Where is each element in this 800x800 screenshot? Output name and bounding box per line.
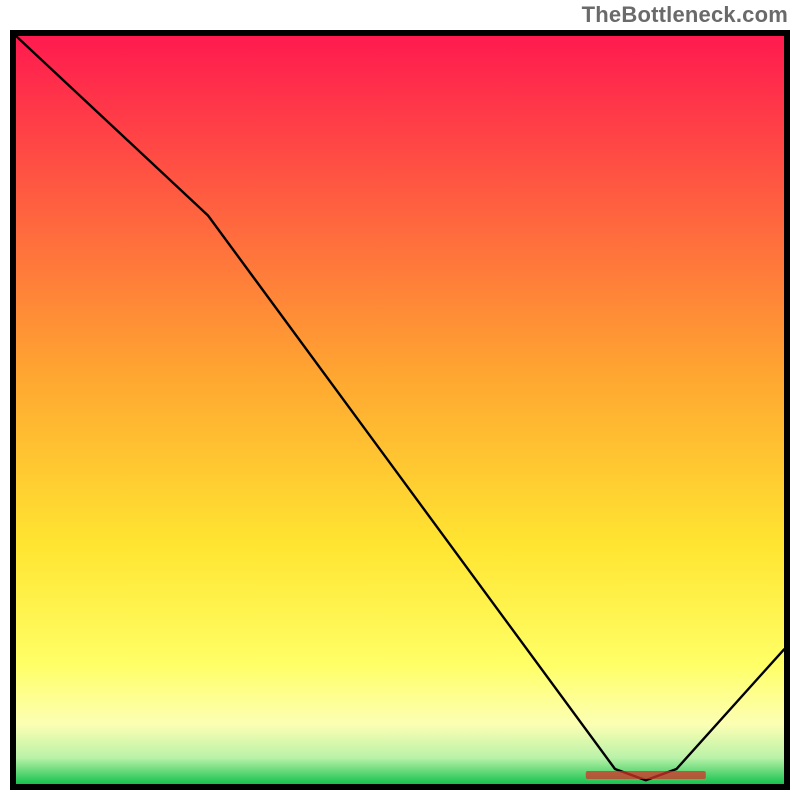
plot-frame xyxy=(10,30,790,790)
min-marker xyxy=(586,771,706,779)
gradient-fill xyxy=(16,36,784,784)
attribution-label: TheBottleneck.com xyxy=(582,2,788,28)
chart-container: TheBottleneck.com xyxy=(0,0,800,800)
plot-svg xyxy=(16,36,784,784)
